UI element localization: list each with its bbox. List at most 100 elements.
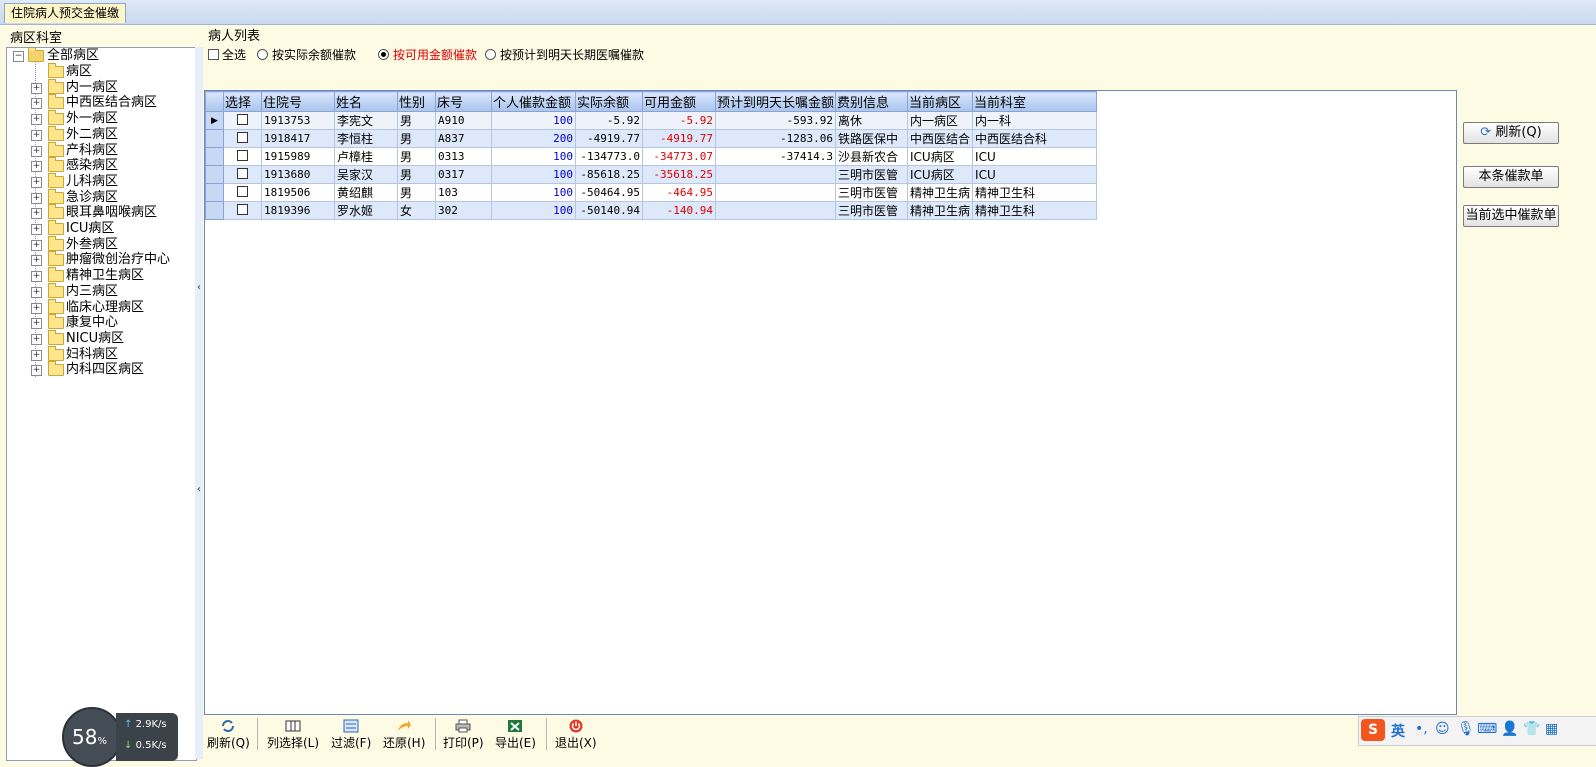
cell-ward[interactable]: ICU病区 bbox=[907, 147, 974, 166]
cell-name[interactable]: 李恒柱 bbox=[334, 129, 398, 148]
column-header[interactable]: 性别 bbox=[397, 91, 436, 112]
column-header[interactable]: 预计到明天长嘱金额 bbox=[714, 91, 837, 112]
cell-fee[interactable]: 离休 bbox=[835, 111, 909, 130]
cell-dept[interactable]: 内一科 bbox=[972, 111, 1098, 130]
cell-balance[interactable]: -4919.77 bbox=[575, 129, 643, 148]
cell-sex[interactable]: 男 bbox=[397, 165, 436, 184]
skin-shirt-icon[interactable]: 👕 bbox=[1523, 721, 1540, 737]
row-select-cell[interactable] bbox=[223, 165, 262, 184]
cell-id[interactable]: 1819506 bbox=[261, 183, 335, 202]
cell-bed[interactable]: 103 bbox=[435, 183, 492, 202]
column-header[interactable]: 当前病区 bbox=[907, 91, 974, 112]
cell-forecast[interactable]: -1283.06 bbox=[714, 129, 837, 148]
emoji-icon[interactable]: ☺ bbox=[1435, 721, 1450, 737]
row-checkbox[interactable] bbox=[237, 203, 248, 215]
cell-sex[interactable]: 女 bbox=[397, 201, 436, 220]
cell-balance[interactable]: -134773.0 bbox=[575, 147, 643, 166]
table-row[interactable]: 1913680 吴家汉男 0317 100 -85618.25 -35618.25 三明市医… bbox=[205, 165, 1098, 184]
cell-sex[interactable]: 男 bbox=[397, 147, 436, 166]
expand-icon[interactable]: + bbox=[31, 255, 42, 267]
column-header[interactable]: 个人催款金额 bbox=[491, 91, 576, 112]
cell-bed[interactable]: 302 bbox=[435, 201, 492, 220]
cell-bed[interactable]: A837 bbox=[435, 129, 492, 148]
cell-ward[interactable]: 精神卫生病 bbox=[907, 183, 974, 202]
refresh-button[interactable]: ⟳ 刷新(Q) bbox=[1463, 122, 1559, 144]
ime-toolbar[interactable]: S 英 •, ☺ 🎙 ⌨ 👤 👕 ▦ bbox=[1358, 716, 1596, 746]
cell-forecast[interactable]: -37414.3 bbox=[714, 147, 837, 166]
collapse-left-icon-2[interactable]: ‹ bbox=[195, 484, 203, 495]
table-row[interactable]: 1819506 黄绍麒男 103 100 -50464.95 -464.95 三明市医管 精神… bbox=[205, 183, 1098, 202]
cell-balance[interactable]: -85618.25 bbox=[575, 165, 643, 184]
expand-icon[interactable]: + bbox=[31, 208, 42, 220]
cell-sex[interactable]: 男 bbox=[397, 129, 436, 148]
cell-available[interactable]: -34773.07 bbox=[642, 147, 716, 166]
cell-amount[interactable]: 100 bbox=[491, 183, 576, 202]
column-header[interactable]: 当前科室 bbox=[972, 91, 1098, 112]
cell-amount[interactable]: 100 bbox=[491, 165, 576, 184]
table-row[interactable]: 1819396 罗水姬女 302 100 -50140.94 -140.94 三明市医管 精神… bbox=[205, 201, 1098, 220]
ward-tree[interactable]: − 全部病区 病区 + 内一病区 + 中西医结合病区 + 外一病区 + 外二病区 + 产科病区 + 感染病区… bbox=[6, 47, 197, 761]
cell-forecast[interactable] bbox=[714, 201, 837, 220]
column-header[interactable]: 床号 bbox=[435, 91, 492, 112]
cell-fee[interactable]: 沙县新农合 bbox=[835, 147, 909, 166]
patient-grid[interactable]: 选择 住院号 姓名 性别 床号 个人催款金额 实际余额 可用金额 预计到明天长嘱金额 费别信息 当前… bbox=[204, 90, 1457, 715]
row-select-cell[interactable] bbox=[223, 201, 262, 220]
cell-bed[interactable]: 0317 bbox=[435, 165, 492, 184]
expand-icon[interactable]: + bbox=[31, 365, 42, 377]
toolbar-print-button[interactable]: 打印(P) bbox=[443, 719, 484, 751]
row-checkbox[interactable] bbox=[237, 113, 248, 125]
cell-bed[interactable]: A910 bbox=[435, 111, 492, 130]
cell-id[interactable]: 1913680 bbox=[261, 165, 335, 184]
collapse-left-icon[interactable]: ‹ bbox=[195, 282, 203, 293]
cell-available[interactable]: -140.94 bbox=[642, 201, 716, 220]
cell-name[interactable]: 李宪文 bbox=[334, 111, 398, 130]
this-notice-button[interactable]: 本条催款单 bbox=[1463, 166, 1559, 188]
cell-name[interactable]: 黄绍麒 bbox=[334, 183, 398, 202]
expand-icon[interactable]: + bbox=[31, 176, 42, 188]
row-header[interactable]: ▶ bbox=[205, 111, 224, 130]
column-header[interactable]: 选择 bbox=[223, 91, 262, 112]
network-speed-widget[interactable]: 58% ↑ 2.9K/s ↓ 0.5K/s bbox=[62, 705, 180, 767]
cell-balance[interactable]: -5.92 bbox=[575, 111, 643, 130]
radio-forecast-orders[interactable]: 按预计到明天长期医嘱催款 bbox=[485, 46, 644, 63]
cell-dept[interactable]: 精神卫生科 bbox=[972, 183, 1098, 202]
cell-name[interactable]: 卢樟桂 bbox=[334, 147, 398, 166]
table-row[interactable]: 1918417 李恒柱男 A837 200 -4919.77 -4919.77 -1283.… bbox=[205, 129, 1098, 148]
microphone-icon[interactable]: 🎙 bbox=[1457, 721, 1475, 737]
column-header[interactable]: 可用金额 bbox=[642, 91, 716, 112]
toolbar-exit-button[interactable]: 退出(X) bbox=[555, 719, 597, 751]
row-checkbox[interactable] bbox=[237, 131, 248, 143]
cell-forecast[interactable] bbox=[714, 183, 837, 202]
cell-ward[interactable]: 内一病区 bbox=[907, 111, 974, 130]
cell-amount[interactable]: 100 bbox=[491, 111, 576, 130]
expand-icon[interactable]: + bbox=[31, 239, 42, 251]
row-checkbox[interactable] bbox=[237, 185, 248, 197]
cell-name[interactable]: 吴家汉 bbox=[334, 165, 398, 184]
row-header[interactable] bbox=[205, 183, 224, 202]
toolbar-export-button[interactable]: 导出(E) bbox=[495, 719, 536, 751]
tab-main[interactable]: 住院病人预交金催缴 bbox=[4, 3, 127, 23]
expand-icon[interactable]: + bbox=[31, 98, 42, 110]
sogou-logo-icon[interactable]: S bbox=[1361, 719, 1385, 741]
selected-notice-button[interactable]: 当前选中催款单 bbox=[1463, 205, 1559, 227]
cell-id[interactable]: 1918417 bbox=[261, 129, 335, 148]
expand-icon[interactable]: + bbox=[31, 161, 42, 173]
cell-balance[interactable]: -50464.95 bbox=[575, 183, 643, 202]
row-checkbox[interactable] bbox=[237, 167, 248, 179]
column-header[interactable]: 住院号 bbox=[261, 91, 335, 112]
row-checkbox[interactable] bbox=[237, 149, 248, 161]
expand-icon[interactable]: + bbox=[31, 286, 42, 298]
expand-icon[interactable]: + bbox=[31, 129, 42, 141]
expand-icon[interactable]: + bbox=[31, 82, 42, 94]
cell-id[interactable]: 1915989 bbox=[261, 147, 335, 166]
expand-icon[interactable]: + bbox=[31, 145, 42, 157]
keyboard-icon[interactable]: ⌨ bbox=[1477, 721, 1497, 737]
column-header[interactable]: 姓名 bbox=[334, 91, 398, 112]
cell-fee[interactable]: 三明市医管 bbox=[835, 201, 909, 220]
toolbar-restore-button[interactable]: 还原(H) bbox=[383, 719, 425, 751]
cell-available[interactable]: -4919.77 bbox=[642, 129, 716, 148]
expand-icon[interactable]: + bbox=[31, 333, 42, 345]
cell-dept[interactable]: 精神卫生科 bbox=[972, 201, 1098, 220]
cell-fee[interactable]: 铁路医保中 bbox=[835, 129, 909, 148]
select-all-checkbox[interactable]: 全选 bbox=[208, 46, 246, 63]
